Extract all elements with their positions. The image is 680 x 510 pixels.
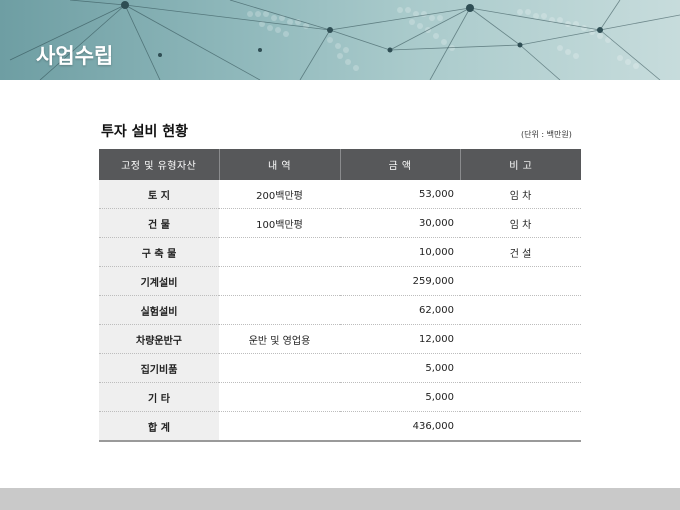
row-note <box>460 295 581 325</box>
network-nodes <box>121 1 603 57</box>
row-amount: 62,000 <box>340 295 460 325</box>
total-amount: 436,000 <box>340 411 460 442</box>
total-detail <box>219 411 340 442</box>
row-category: 차량운반구 <box>99 324 219 354</box>
row-detail <box>219 295 340 325</box>
row-detail <box>219 266 340 296</box>
row-detail: 200백만평 <box>219 180 340 209</box>
header-banner: 사업수립 <box>0 0 680 80</box>
row-detail: 100백만평 <box>219 208 340 238</box>
row-category: 기계설비 <box>99 266 219 296</box>
header-asset: 고정 및 유형자산 <box>99 149 220 180</box>
row-note: 임 차 <box>460 208 581 238</box>
table-row: 집기비품 5,000 <box>99 353 581 383</box>
header-detail: 내 역 <box>219 149 341 180</box>
row-amount: 12,000 <box>340 324 460 354</box>
row-amount: 53,000 <box>340 180 460 209</box>
banner-title: 사업수립 <box>36 44 114 68</box>
table-row: 기 타 5,000 <box>99 382 581 412</box>
total-note <box>460 411 581 442</box>
table-row: 실험설비 62,000 <box>99 295 581 325</box>
row-note <box>460 324 581 354</box>
row-detail <box>219 237 340 267</box>
row-note <box>460 382 581 412</box>
table-row: 건 물 100백만평 30,000 임 차 <box>99 208 581 238</box>
row-category: 건 물 <box>99 208 219 238</box>
table-row: 차량운반구 운반 및 영업용 12,000 <box>99 324 581 354</box>
row-detail <box>219 382 340 412</box>
total-label: 합 계 <box>99 411 219 442</box>
table-total-row: 합 계 436,000 <box>99 411 581 442</box>
investment-table: 고정 및 유형자산 내 역 금 액 비 고 토 지 200백만평 53,000 … <box>99 149 581 442</box>
row-amount: 30,000 <box>340 208 460 238</box>
row-category: 기 타 <box>99 382 219 412</box>
section-title: 투자 설비 현황 <box>101 124 189 140</box>
unit-note: (단위 : 백만원) <box>521 130 572 139</box>
row-detail: 운반 및 영업용 <box>219 324 340 354</box>
table-header-row: 고정 및 유형자산 내 역 금 액 비 고 <box>99 149 581 180</box>
row-category: 집기비품 <box>99 353 219 383</box>
row-amount: 10,000 <box>340 237 460 267</box>
row-amount: 259,000 <box>340 266 460 296</box>
table-row: 기계설비 259,000 <box>99 266 581 296</box>
row-category: 실험설비 <box>99 295 219 325</box>
footer-bar <box>0 488 680 510</box>
row-detail <box>219 353 340 383</box>
header-note: 비 고 <box>460 149 581 180</box>
world-map-dots <box>247 7 639 71</box>
row-note <box>460 266 581 296</box>
header-amount: 금 액 <box>340 149 461 180</box>
row-category: 구 축 물 <box>99 237 219 267</box>
row-category: 토 지 <box>99 180 219 209</box>
row-note <box>460 353 581 383</box>
row-amount: 5,000 <box>340 382 460 412</box>
row-note: 건 설 <box>460 237 581 267</box>
table-row: 구 축 물 10,000 건 설 <box>99 237 581 267</box>
row-note: 임 차 <box>460 180 581 209</box>
row-amount: 5,000 <box>340 353 460 383</box>
table-row: 토 지 200백만평 53,000 임 차 <box>99 180 581 209</box>
